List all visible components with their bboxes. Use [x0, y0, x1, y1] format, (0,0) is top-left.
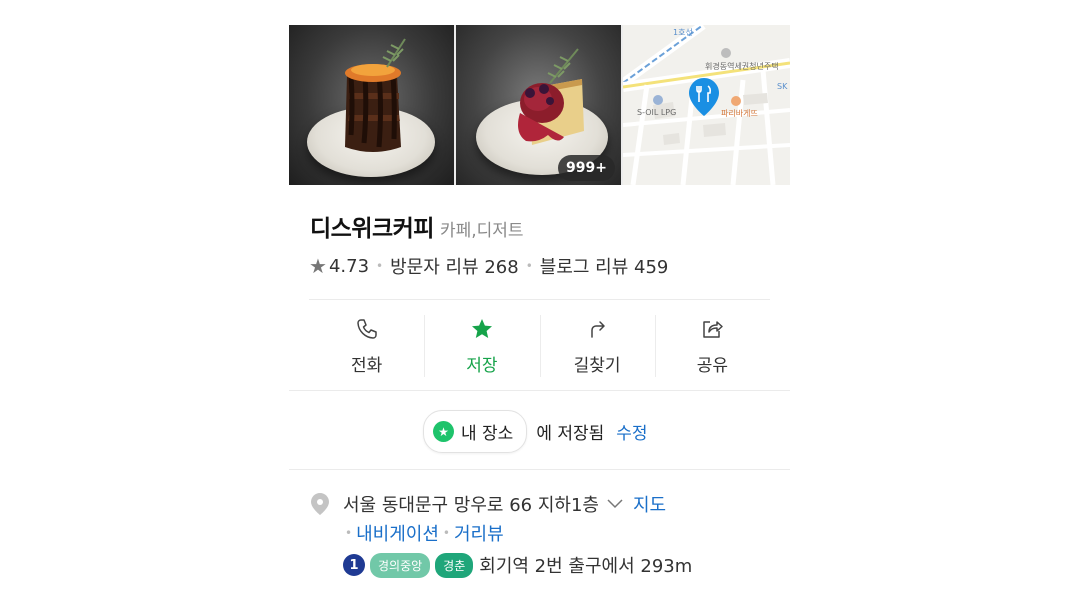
action-bar: 전화 저장 길찾기 공유: [309, 315, 770, 391]
address-row: 서울 동대문구 망우로 66 지하1층 지도: [311, 491, 666, 517]
edit-link[interactable]: 수정: [616, 419, 647, 444]
my-places-chip[interactable]: ★ 내 장소: [423, 410, 528, 453]
navigation-link[interactable]: 내비게이션: [356, 520, 439, 546]
chocolate-cake-image: [345, 38, 406, 152]
subway-line-1-badge: 1: [343, 554, 365, 576]
directions-label: 길찾기: [573, 356, 621, 376]
rating-row: ★ 4.73 • 방문자 리뷰 268 • 블로그 리뷰 459: [309, 253, 668, 279]
star-icon: [471, 319, 492, 338]
share-label: 공유: [696, 356, 729, 376]
map-label-line: 1호선: [673, 28, 693, 37]
photo-cake-1[interactable]: [289, 25, 454, 185]
my-places-label: 내 장소: [461, 424, 514, 444]
map-pin-icon: [689, 78, 719, 116]
divider: [289, 390, 790, 391]
blog-reviews-link[interactable]: 블로그 리뷰 459: [540, 253, 669, 279]
map-label-gas-station: S-OIL LPG: [637, 108, 677, 117]
divider: [309, 299, 770, 300]
street-view-link[interactable]: 거리뷰: [454, 520, 504, 546]
place-category: 카페,디저트: [439, 221, 524, 241]
separator-dot: •: [376, 259, 384, 273]
transit-text: 회기역 2번 출구에서 293m: [479, 556, 693, 577]
photo-strip: 999+ 1호선 휘경동역세권청년주택 S-OIL LPG 파리바게뜨 SK: [289, 25, 790, 185]
title-row: 디스위크커피 카페,디저트: [310, 209, 524, 243]
call-label: 전화: [350, 356, 383, 376]
share-icon: [703, 321, 724, 338]
save-button[interactable]: 저장: [424, 315, 539, 391]
map-label-sk: SK: [777, 82, 788, 91]
phone-icon: [356, 319, 377, 339]
separator-dot: •: [525, 259, 533, 273]
saved-suffix: 에 저장됨: [536, 424, 605, 444]
photo-cake-2[interactable]: 999+: [456, 25, 621, 185]
call-button[interactable]: 전화: [309, 315, 424, 391]
visitor-reviews-link[interactable]: 방문자 리뷰 268: [390, 253, 519, 279]
star-badge-icon: ★: [433, 421, 454, 442]
place-name: 디스위크커피: [310, 216, 434, 242]
separator-dot: •: [345, 526, 353, 540]
map-link[interactable]: 지도: [633, 491, 666, 517]
saved-status-row: ★ 내 장소 에 저장됨 수정: [423, 410, 648, 453]
address-links-row: • 내비게이션 • 거리뷰: [341, 520, 504, 546]
place-panel: 999+ 1호선 휘경동역세권청년주택 S-OIL LPG 파리바게뜨 SK 디…: [289, 15, 790, 600]
map-label-bakery: 파리바게뜨: [721, 109, 758, 118]
share-button[interactable]: 공유: [654, 315, 770, 391]
separator-dot: •: [442, 526, 450, 540]
rating-star-icon: ★: [309, 254, 327, 278]
map-thumbnail[interactable]: 1호선 휘경동역세권청년주택 S-OIL LPG 파리바게뜨 SK: [623, 25, 790, 185]
address-text: 서울 동대문구 망우로 66 지하1층: [343, 495, 599, 516]
directions-button[interactable]: 길찾기: [539, 315, 655, 391]
save-label: 저장: [466, 356, 498, 376]
divider: [289, 469, 790, 470]
cheesecake-image: [518, 48, 584, 145]
gyeongui-line-badge: 경의중앙: [370, 552, 431, 578]
gyeongchun-line-badge: 경춘: [435, 552, 474, 578]
directions-icon: [591, 321, 605, 338]
location-pin-icon: [311, 493, 329, 515]
photo-count-badge[interactable]: 999+: [558, 155, 615, 181]
chevron-down-icon[interactable]: [607, 499, 623, 509]
transit-row: 1 경의중앙 경춘 회기역 2번 출구에서 293m: [343, 552, 692, 578]
map-label-housing: 휘경동역세권청년주택: [705, 62, 779, 71]
rating-value: 4.73: [328, 255, 370, 277]
